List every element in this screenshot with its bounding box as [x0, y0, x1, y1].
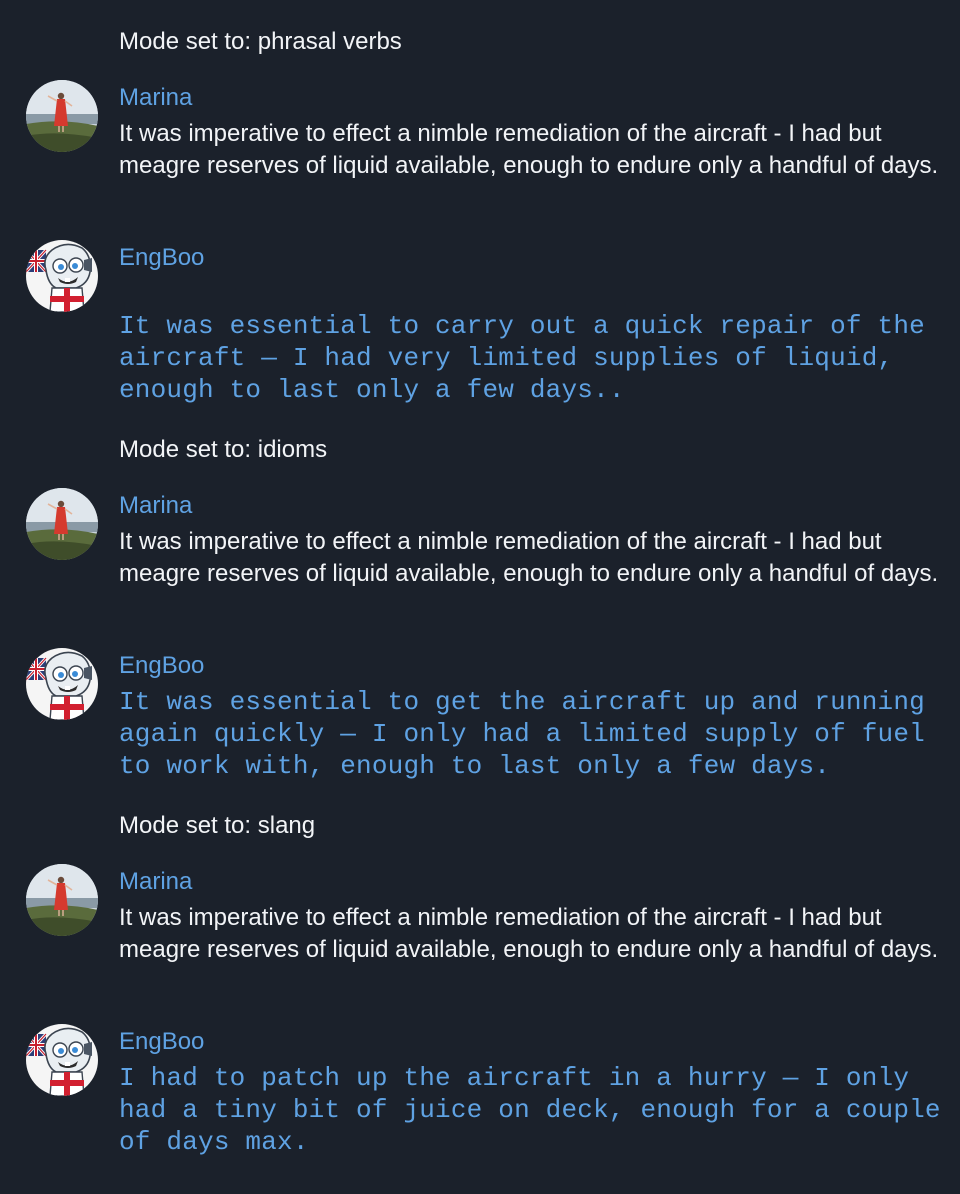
woman-red-dress-avatar-icon — [26, 80, 98, 152]
sender-name[interactable]: Marina — [119, 866, 192, 898]
bot-avatar[interactable] — [26, 240, 98, 312]
user-avatar[interactable] — [26, 80, 98, 152]
message-text: It was imperative to effect a nimble rem… — [119, 528, 939, 587]
mode-status-message: Mode set to: idioms — [119, 436, 328, 463]
message-text: It was imperative to effect a nimble rem… — [119, 904, 939, 963]
sender-name[interactable]: EngBoo — [119, 650, 204, 682]
sender-name[interactable]: Marina — [119, 490, 192, 522]
user-avatar[interactable] — [26, 864, 98, 936]
chat-feed: Mode set to: phrasal verbs Marina It was… — [0, 0, 960, 1194]
sender-name[interactable]: Marina — [119, 82, 192, 114]
user-avatar[interactable] — [26, 488, 98, 560]
mode-status-message: Mode set to: phrasal verbs — [119, 28, 402, 55]
message-text: It was essential to carry out a quick re… — [119, 311, 925, 405]
mode-status-message: Mode set to: slang — [119, 812, 316, 839]
bot-avatar[interactable] — [26, 648, 98, 720]
sender-name[interactable]: EngBoo — [119, 1026, 204, 1058]
bot-avatar[interactable] — [26, 1024, 98, 1096]
robot-uk-flag-avatar-icon — [26, 648, 98, 720]
robot-uk-flag-avatar-icon — [26, 240, 98, 312]
woman-red-dress-avatar-icon — [26, 864, 98, 936]
robot-uk-flag-avatar-icon — [26, 1024, 98, 1096]
woman-red-dress-avatar-icon — [26, 488, 98, 560]
message-text: It was imperative to effect a nimble rem… — [119, 120, 939, 179]
sender-name[interactable]: EngBoo — [119, 242, 204, 274]
message-text: It was essential to get the aircraft up … — [119, 687, 925, 781]
message-text: I had to patch up the aircraft in a hurr… — [119, 1063, 941, 1157]
